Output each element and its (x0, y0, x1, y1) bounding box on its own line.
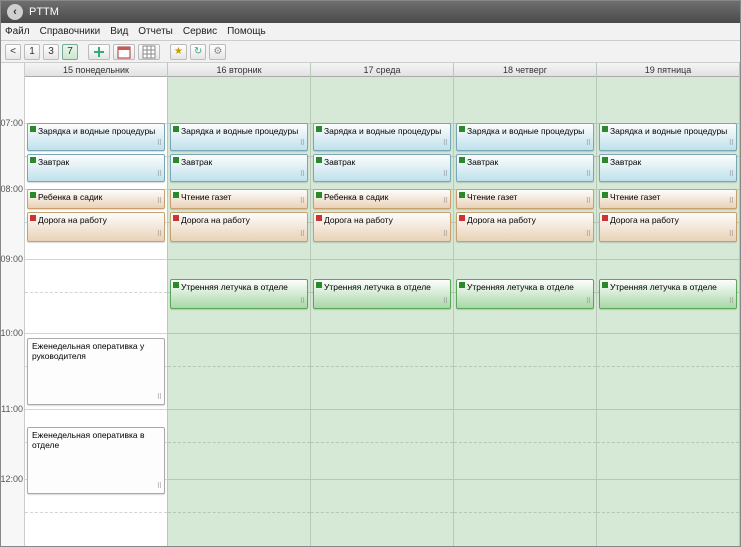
calendar-event[interactable]: Утренняя летучка в отделе⠿ (313, 279, 451, 309)
menu-help[interactable]: Помощь (227, 26, 266, 37)
calendar-event[interactable]: Завтрак⠿ (313, 154, 451, 182)
day-column[interactable]: 18 четверг Зарядка и водные процедуры⠿ Зав… (454, 63, 597, 546)
calendar-event[interactable]: Еженедельная оперативка у руководителя⠿ (27, 338, 165, 405)
resize-grip-icon[interactable]: ⠿ (729, 297, 734, 307)
day-header[interactable]: 17 среда (311, 63, 453, 77)
calendar-event[interactable]: Дорога на работу⠿ (170, 212, 308, 242)
resize-grip-icon[interactable]: ⠿ (300, 297, 305, 307)
resize-grip-icon[interactable]: ⠿ (157, 230, 162, 240)
day-header[interactable]: 19 пятница (597, 63, 739, 77)
time-label: 07:00 (1, 118, 23, 128)
calendar-event[interactable]: Дорога на работу⠿ (313, 212, 451, 242)
back-icon[interactable]: ‹ (7, 4, 23, 20)
resize-grip-icon[interactable]: ⠿ (300, 197, 305, 207)
time-label: 11:00 (1, 404, 23, 414)
day-column[interactable]: 17 среда Зарядка и водные процедуры⠿ Завтр… (311, 63, 454, 546)
nav-prev-button[interactable]: < (5, 44, 21, 60)
time-label: 09:00 (1, 254, 23, 264)
calendar-event[interactable]: Завтрак⠿ (27, 154, 165, 182)
calendar-event[interactable]: Утренняя летучка в отделе⠿ (170, 279, 308, 309)
resize-grip-icon[interactable]: ⠿ (443, 170, 448, 180)
refresh-icon[interactable]: ↻ (190, 44, 206, 60)
calendar-event[interactable]: Утренняя летучка в отделе⠿ (456, 279, 594, 309)
calendar-event[interactable]: Дорога на работу⠿ (27, 212, 165, 242)
calendar-event[interactable]: Ребенка в садик⠿ (313, 189, 451, 209)
resize-grip-icon[interactable]: ⠿ (586, 139, 591, 149)
resize-grip-icon[interactable]: ⠿ (586, 197, 591, 207)
gear-icon[interactable]: ⚙ (209, 44, 226, 60)
resize-grip-icon[interactable]: ⠿ (157, 393, 162, 403)
resize-grip-icon[interactable]: ⠿ (586, 170, 591, 180)
time-label: 08:00 (1, 184, 23, 194)
resize-grip-icon[interactable]: ⠿ (586, 230, 591, 240)
calendar-icon[interactable] (113, 44, 135, 60)
time-column: 07:00 08:00 09:00 10:00 11:00 12:00 (1, 63, 25, 546)
day-header[interactable]: 18 четверг (454, 63, 596, 77)
app-window: ‹ PTTM Файл Справочники Вид Отчеты Серви… (0, 0, 741, 547)
time-label: 12:00 (1, 474, 23, 484)
titlebar[interactable]: ‹ PTTM (1, 1, 740, 23)
calendar-event[interactable]: Завтрак⠿ (170, 154, 308, 182)
calendar-event[interactable]: Утренняя летучка в отделе⠿ (599, 279, 737, 309)
resize-grip-icon[interactable]: ⠿ (300, 230, 305, 240)
calendar-event[interactable]: Чтение газет⠿ (170, 189, 308, 209)
day-column[interactable]: 15 понедельник Зарядка и водные процедуры… (25, 63, 168, 546)
resize-grip-icon[interactable]: ⠿ (443, 139, 448, 149)
calendar-event[interactable]: Зарядка и водные процедуры⠿ (27, 123, 165, 151)
days-container: 15 понедельник Зарядка и водные процедуры… (25, 63, 740, 546)
menu-file[interactable]: Файл (5, 26, 30, 37)
resize-grip-icon[interactable]: ⠿ (157, 170, 162, 180)
menu-view[interactable]: Вид (110, 26, 128, 37)
resize-grip-icon[interactable]: ⠿ (443, 197, 448, 207)
time-label: 10:00 (1, 328, 23, 338)
resize-grip-icon[interactable]: ⠿ (443, 230, 448, 240)
resize-grip-icon[interactable]: ⠿ (729, 139, 734, 149)
calendar-event[interactable]: Зарядка и водные процедуры⠿ (170, 123, 308, 151)
view-7-button[interactable]: 7 (62, 44, 78, 60)
calendar-event[interactable]: Зарядка и водные процедуры⠿ (599, 123, 737, 151)
calendar-event[interactable]: Завтрак⠿ (599, 154, 737, 182)
resize-grip-icon[interactable]: ⠿ (300, 139, 305, 149)
plus-icon[interactable] (88, 44, 110, 60)
view-1-button[interactable]: 1 (24, 44, 40, 60)
view-3-button[interactable]: 3 (43, 44, 59, 60)
menubar: Файл Справочники Вид Отчеты Сервис Помощ… (1, 23, 740, 41)
calendar-event[interactable]: Завтрак⠿ (456, 154, 594, 182)
day-column[interactable]: 19 пятница Зарядка и водные процедуры⠿ Зав… (597, 63, 740, 546)
calendar-event[interactable]: Зарядка и водные процедуры⠿ (313, 123, 451, 151)
calendar-event[interactable]: Чтение газет⠿ (456, 189, 594, 209)
resize-grip-icon[interactable]: ⠿ (729, 170, 734, 180)
calendar-event[interactable]: Чтение газет⠿ (599, 189, 737, 209)
resize-grip-icon[interactable]: ⠿ (729, 230, 734, 240)
resize-grip-icon[interactable]: ⠿ (729, 197, 734, 207)
window-title: PTTM (29, 6, 59, 18)
calendar-event[interactable]: Зарядка и водные процедуры⠿ (456, 123, 594, 151)
calendar-event[interactable]: Дорога на работу⠿ (599, 212, 737, 242)
day-column[interactable]: 16 вторник Зарядка и водные процедуры⠿ Зав… (168, 63, 311, 546)
calendar-event[interactable]: Еженедельная оперативка в отделе⠿ (27, 427, 165, 494)
calendar-event[interactable]: Ребенка в садик⠿ (27, 189, 165, 209)
star-icon[interactable]: ★ (170, 44, 187, 60)
menu-service[interactable]: Сервис (183, 26, 217, 37)
resize-grip-icon[interactable]: ⠿ (157, 197, 162, 207)
resize-grip-icon[interactable]: ⠿ (586, 297, 591, 307)
resize-grip-icon[interactable]: ⠿ (157, 482, 162, 492)
resize-grip-icon[interactable]: ⠿ (157, 139, 162, 149)
calendar-event[interactable]: Дорога на работу⠿ (456, 212, 594, 242)
toolbar: < 1 3 7 ★ ↻ ⚙ (1, 41, 740, 63)
menu-directories[interactable]: Справочники (40, 26, 101, 37)
day-header[interactable]: 16 вторник (168, 63, 310, 77)
resize-grip-icon[interactable]: ⠿ (443, 297, 448, 307)
calendar-grid: 07:00 08:00 09:00 10:00 11:00 12:00 15 понеде… (1, 63, 740, 546)
resize-grip-icon[interactable]: ⠿ (300, 170, 305, 180)
table-icon[interactable] (138, 44, 160, 60)
menu-reports[interactable]: Отчеты (138, 26, 173, 37)
day-header[interactable]: 15 понедельник (25, 63, 167, 77)
